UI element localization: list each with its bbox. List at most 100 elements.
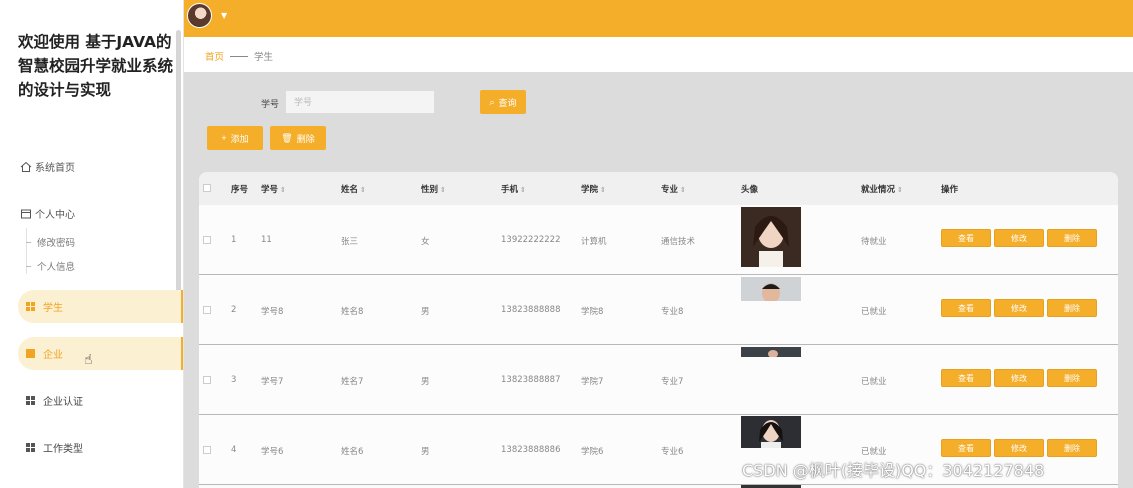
view-button[interactable]: 查看 (941, 369, 991, 387)
cell-gender: 男 (421, 307, 430, 317)
view-button[interactable]: 查看 (941, 299, 991, 317)
cell-gender: 男 (421, 447, 430, 457)
delete-button[interactable]: 🗑 删除 (270, 126, 326, 150)
avatar[interactable] (187, 3, 212, 28)
breadcrumb: 首页 学生 (205, 49, 273, 63)
cell-student-no: 11 (261, 235, 272, 245)
home-icon (20, 161, 32, 172)
nav-change-password[interactable]: 修改密码 (26, 235, 75, 249)
nav-personal-info[interactable]: 个人信息 (26, 259, 75, 273)
cell-name: 张三 (341, 237, 359, 247)
edit-button[interactable]: 修改 (994, 369, 1044, 387)
row-checkbox[interactable] (203, 306, 211, 314)
delete-row-button[interactable]: 删除 (1047, 439, 1097, 457)
student-photo (741, 207, 801, 267)
breadcrumb-current: 学生 (254, 52, 274, 63)
watermark: CSDN @枫叶(接毕设)QQ：3042127848 (742, 461, 1045, 480)
grid-icon (26, 443, 35, 452)
nav-home[interactable]: 系统首页 (20, 159, 75, 174)
row-checkbox[interactable] (203, 376, 211, 384)
sidebar-scrollbar[interactable] (176, 30, 181, 308)
query-button-label: 查询 (498, 97, 517, 108)
cell-phone: 13823888887 (501, 375, 561, 385)
student-photo (741, 277, 801, 301)
app-title: 欢迎使用 基于JAVA的智慧校园升学就业系统的设计与实现 (18, 33, 174, 99)
add-button[interactable]: + 添加 (207, 126, 263, 150)
delete-row-button[interactable]: 删除 (1047, 369, 1097, 387)
col-name[interactable]: 姓名 ⇕ (341, 183, 366, 195)
cell-major: 专业6 (661, 447, 684, 457)
cell-phone: 13823888886 (501, 445, 561, 455)
cell-college: 计算机 (581, 237, 607, 247)
cell-college: 学院7 (581, 377, 604, 387)
cell-employment: 已就业 (861, 377, 887, 387)
view-button[interactable]: 查看 (941, 229, 991, 247)
col-major[interactable]: 专业 ⇕ (661, 183, 686, 195)
cell-employment: 待就业 (861, 237, 887, 247)
sidebar-item-job-type[interactable]: 工作类型 (18, 431, 183, 464)
cell-major: 专业7 (661, 377, 684, 387)
edit-button[interactable]: 修改 (994, 229, 1044, 247)
trash-icon: 🗑 (281, 132, 293, 143)
sidebar-item-student[interactable]: 学生 (18, 290, 183, 323)
table-header: 序号 学号 ⇕ 姓名 ⇕ 性别 ⇕ 手机 ⇕ 学院 ⇕ 专业 ⇕ 头像 就业情况 ⇕ 操作 (199, 172, 1118, 205)
edit-button[interactable]: 修改 (994, 439, 1044, 457)
cell-index: 1 (231, 235, 237, 245)
sidebar-item-label: 企业认证 (43, 397, 83, 408)
col-avatar: 头像 (741, 185, 759, 195)
sidebar-item-label: 企业 (43, 350, 63, 361)
chevron-down-icon[interactable]: ▼ (221, 11, 227, 20)
plus-icon: + (221, 133, 227, 143)
col-phone[interactable]: 手机 ⇕ (501, 183, 526, 195)
col-student-no[interactable]: 学号 ⇕ (261, 183, 286, 195)
breadcrumb-home[interactable]: 首页 (205, 49, 224, 63)
table-row: 1 11 张三 女 13922222222 计算机 通信技术 待就业 查看 修改… (199, 205, 1118, 275)
student-photo (741, 347, 801, 357)
breadcrumb-bar (184, 37, 1133, 72)
col-gender[interactable]: 性别 ⇕ (421, 183, 446, 195)
col-index: 序号 (231, 185, 249, 195)
col-employment[interactable]: 就业情况 ⇕ (861, 183, 903, 195)
sidebar-item-enterprise[interactable]: 企业 (18, 337, 183, 370)
cell-index: 2 (231, 305, 237, 315)
cell-gender: 女 (421, 237, 430, 247)
cell-index: 4 (231, 445, 237, 455)
search-label: 学号 (261, 100, 280, 110)
cell-phone: 13922222222 (501, 235, 561, 245)
sidebar-item-enterprise-cert[interactable]: 企业认证 (18, 384, 183, 417)
tree-tick (26, 265, 31, 267)
square-icon (26, 349, 35, 358)
sidebar-item-label: 学生 (43, 303, 63, 314)
search-input[interactable] (285, 90, 435, 114)
view-button[interactable]: 查看 (941, 439, 991, 457)
cell-college: 学院8 (581, 307, 604, 317)
sidebar-item-label: 工作类型 (43, 444, 83, 455)
select-all-checkbox[interactable] (203, 184, 211, 192)
add-button-label: 添加 (230, 133, 249, 144)
nav-change-password-label: 修改密码 (37, 238, 76, 249)
edit-button[interactable]: 修改 (994, 299, 1044, 317)
student-table: 序号 学号 ⇕ 姓名 ⇕ 性别 ⇕ 手机 ⇕ 学院 ⇕ 专业 ⇕ 头像 就业情况 ⇕ 操作 1… (199, 172, 1118, 488)
col-ops: 操作 (941, 185, 959, 195)
delete-row-button[interactable]: 删除 (1047, 229, 1097, 247)
cell-major: 通信技术 (661, 237, 696, 247)
table-row: 3 学号7 姓名7 男 13823888887 学院7 专业7 已就业 查看 修… (199, 345, 1118, 415)
nav-personal-center[interactable]: 个人中心 (20, 206, 75, 221)
cell-student-no: 学号7 (261, 377, 284, 387)
query-button[interactable]: ⌕ 查询 (480, 90, 526, 114)
cell-phone: 13823888888 (501, 305, 561, 315)
row-checkbox[interactable] (203, 236, 211, 244)
sidebar: 欢迎使用 基于JAVA的智慧校园升学就业系统的设计与实现 系统首页 个人中心 修… (0, 0, 184, 488)
col-college[interactable]: 学院 ⇕ (581, 183, 606, 195)
row-checkbox[interactable] (203, 446, 211, 454)
nav-home-label: 系统首页 (35, 163, 75, 174)
cell-major: 专业8 (661, 307, 684, 317)
delete-button-label: 删除 (296, 133, 315, 144)
breadcrumb-separator (230, 55, 249, 57)
cell-name: 姓名8 (341, 307, 364, 317)
cell-employment: 已就业 (861, 447, 887, 457)
user-card-icon (21, 209, 31, 218)
cell-student-no: 学号8 (261, 307, 284, 317)
delete-row-button[interactable]: 删除 (1047, 299, 1097, 317)
top-bar (184, 0, 1133, 37)
